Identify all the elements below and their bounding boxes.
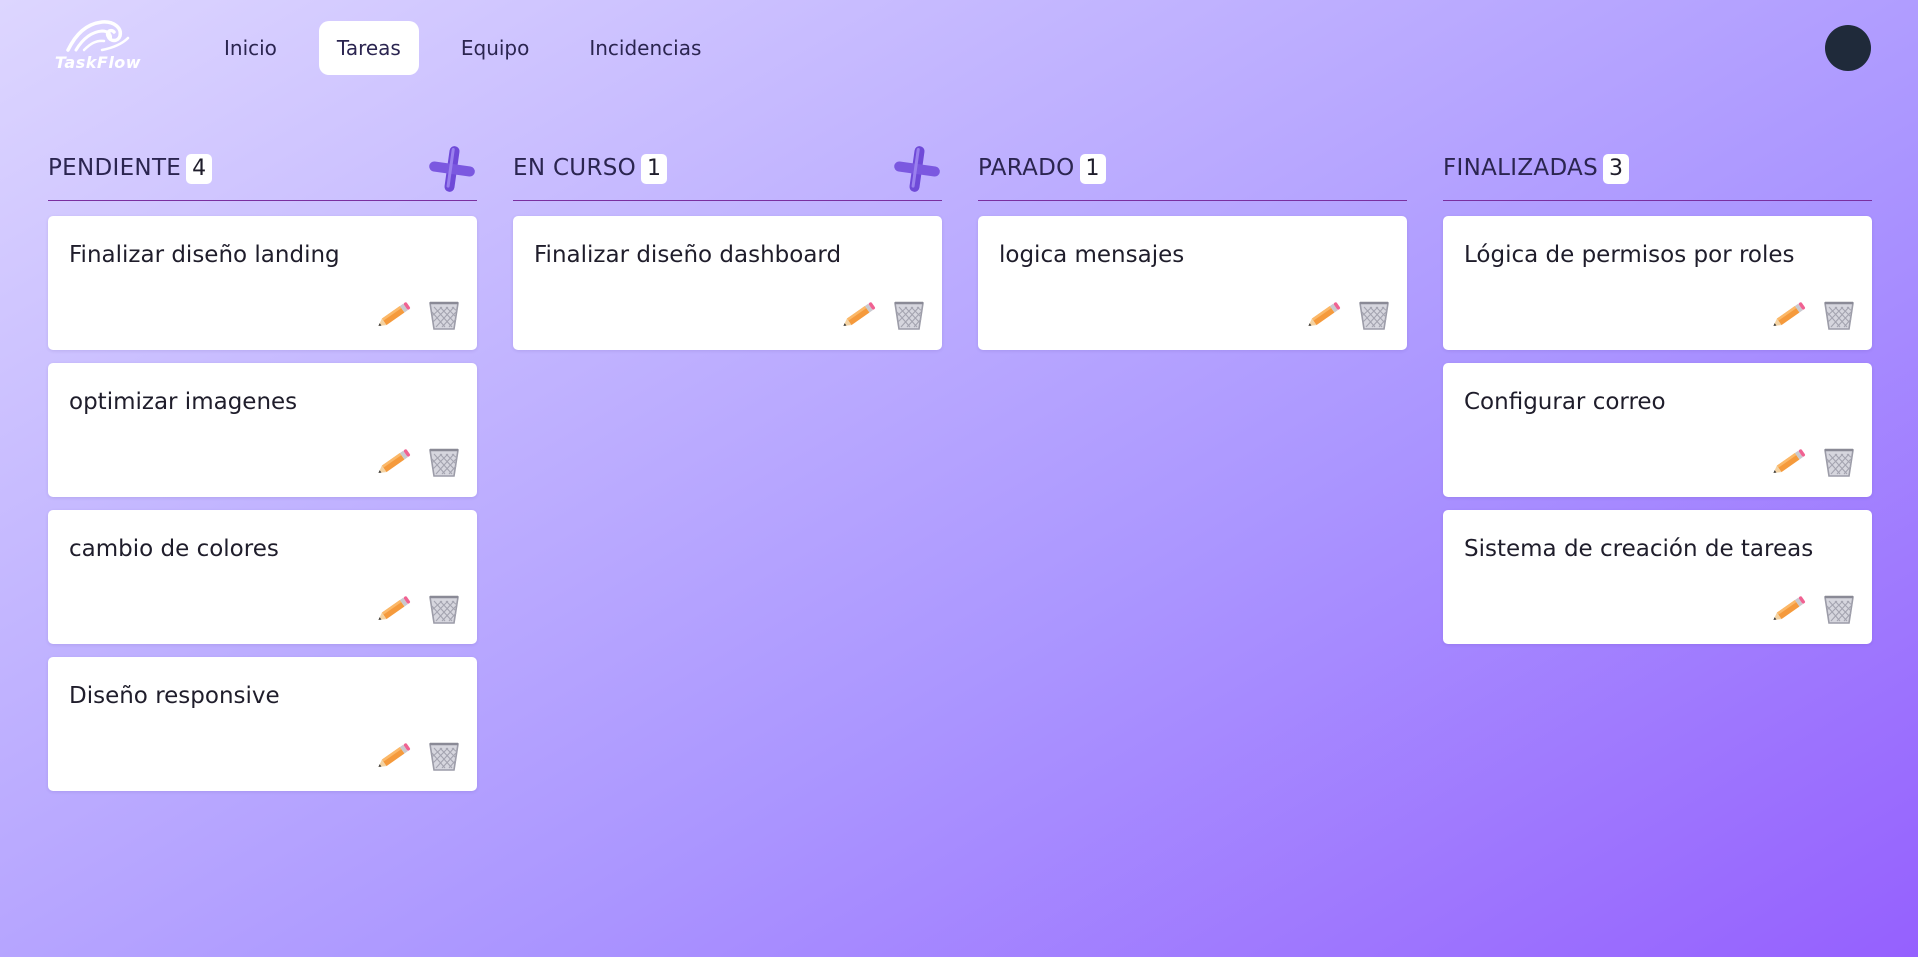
task-card[interactable]: optimizar imagenes — [48, 363, 477, 497]
task-card[interactable]: Sistema de creación de tareas — [1443, 510, 1872, 644]
nav-tareas[interactable]: Tareas — [318, 21, 419, 75]
pencil-icon[interactable] — [840, 298, 878, 332]
task-title: Diseño responsive — [69, 683, 280, 709]
trash-basket-icon[interactable] — [425, 739, 463, 773]
top-navbar: TaskFlow Inicio Tareas Equipo Incidencia… — [0, 0, 1918, 98]
wave-logo-icon — [66, 20, 130, 52]
task-card[interactable]: Diseño responsive — [48, 657, 477, 791]
trash-basket-icon[interactable] — [425, 298, 463, 332]
column-parado: PARADO 1 logica mensajes — [978, 142, 1407, 350]
trash-basket-icon[interactable] — [1820, 592, 1858, 626]
column-en-curso: EN CURSO 1 Finalizar diseño dashboard — [513, 142, 942, 350]
column-pendiente: PENDIENTE 4 Finalizar diseño landing opti… — [48, 142, 477, 791]
logo-text: TaskFlow — [54, 53, 142, 72]
task-card[interactable]: Configurar correo — [1443, 363, 1872, 497]
column-title: EN CURSO — [513, 155, 637, 181]
task-card[interactable]: Finalizar diseño landing — [48, 216, 477, 350]
plus-icon[interactable] — [427, 144, 477, 194]
trash-basket-icon[interactable] — [425, 445, 463, 479]
taskflow-logo[interactable]: TaskFlow — [52, 14, 144, 76]
task-title: Finalizar diseño dashboard — [534, 242, 842, 268]
trash-basket-icon[interactable] — [1820, 298, 1858, 332]
column-header: PARADO 1 — [978, 142, 1407, 201]
column-title: PARADO — [978, 155, 1075, 181]
task-card[interactable]: Finalizar diseño dashboard — [513, 216, 942, 350]
column-title: FINALIZADAS — [1443, 155, 1598, 181]
nav-inicio[interactable]: Inicio — [206, 21, 295, 75]
plus-icon[interactable] — [892, 144, 942, 194]
column-header: EN CURSO 1 — [513, 142, 942, 201]
task-card[interactable]: Lógica de permisos por roles — [1443, 216, 1872, 350]
task-title: Configurar correo — [1464, 389, 1666, 415]
task-title: Finalizar diseño landing — [69, 242, 340, 268]
pencil-icon[interactable] — [375, 298, 413, 332]
task-title: optimizar imagenes — [69, 389, 298, 415]
pencil-icon[interactable] — [1770, 592, 1808, 626]
nav-incidencias[interactable]: Incidencias — [571, 21, 719, 75]
pencil-icon[interactable] — [375, 592, 413, 626]
pencil-icon[interactable] — [1770, 445, 1808, 479]
task-card[interactable]: logica mensajes — [978, 216, 1407, 350]
column-count-badge: 1 — [641, 154, 668, 184]
task-title: logica mensajes — [999, 242, 1185, 268]
column-finalizadas: FINALIZADAS 3 Lógica de permisos por role… — [1443, 142, 1872, 644]
pencil-icon[interactable] — [375, 445, 413, 479]
pencil-icon[interactable] — [375, 739, 413, 773]
main-nav: Inicio Tareas Equipo Incidencias — [206, 21, 743, 75]
pencil-icon[interactable] — [1305, 298, 1343, 332]
user-avatar[interactable] — [1825, 25, 1871, 71]
task-title: cambio de colores — [69, 536, 279, 562]
task-card[interactable]: cambio de colores — [48, 510, 477, 644]
trash-basket-icon[interactable] — [1355, 298, 1393, 332]
column-header: PENDIENTE 4 — [48, 142, 477, 201]
pencil-icon[interactable] — [1770, 298, 1808, 332]
column-count-badge: 1 — [1079, 154, 1106, 184]
trash-basket-icon[interactable] — [1820, 445, 1858, 479]
column-count-badge: 4 — [186, 154, 213, 184]
nav-equipo[interactable]: Equipo — [443, 21, 548, 75]
column-header: FINALIZADAS 3 — [1443, 142, 1872, 201]
trash-basket-icon[interactable] — [425, 592, 463, 626]
task-title: Lógica de permisos por roles — [1464, 242, 1795, 268]
trash-basket-icon[interactable] — [890, 298, 928, 332]
column-count-badge: 3 — [1602, 154, 1630, 184]
task-title: Sistema de creación de tareas — [1464, 536, 1814, 562]
column-title: PENDIENTE — [48, 155, 182, 181]
